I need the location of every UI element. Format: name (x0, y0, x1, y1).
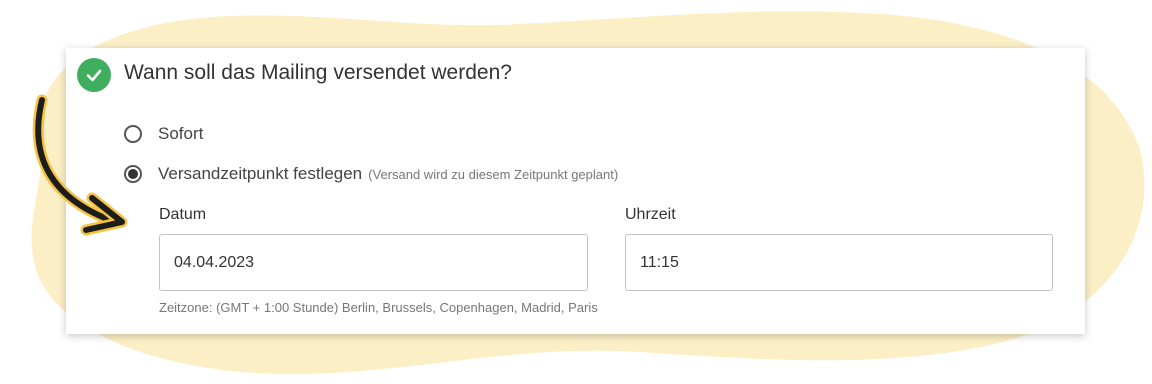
date-input[interactable] (159, 234, 588, 291)
option-scheduled[interactable]: Versandzeitpunkt festlegen (Versand wird… (124, 164, 618, 184)
schedule-card: Wann soll das Mailing versendet werden? … (66, 48, 1085, 334)
radio-selected-dot (128, 169, 138, 179)
option-sofort-label: Sofort (158, 124, 204, 143)
time-input[interactable] (625, 234, 1053, 291)
option-scheduled-hint: (Versand wird zu diesem Zeitpunkt geplan… (368, 166, 619, 182)
radio-sofort[interactable] (124, 125, 142, 143)
check-circle-icon (77, 58, 111, 92)
time-label: Uhrzeit (625, 206, 676, 223)
date-label: Datum (159, 206, 207, 223)
option-scheduled-label: Versandzeitpunkt festlegen (158, 164, 363, 183)
section-title: Wann soll das Mailing versendet werden? (124, 61, 512, 84)
option-sofort[interactable]: Sofort (124, 124, 203, 144)
radio-scheduled[interactable] (124, 165, 142, 183)
timezone-note: Zeitzone: (GMT + 1:00 Stunde) Berlin, Br… (159, 300, 598, 315)
